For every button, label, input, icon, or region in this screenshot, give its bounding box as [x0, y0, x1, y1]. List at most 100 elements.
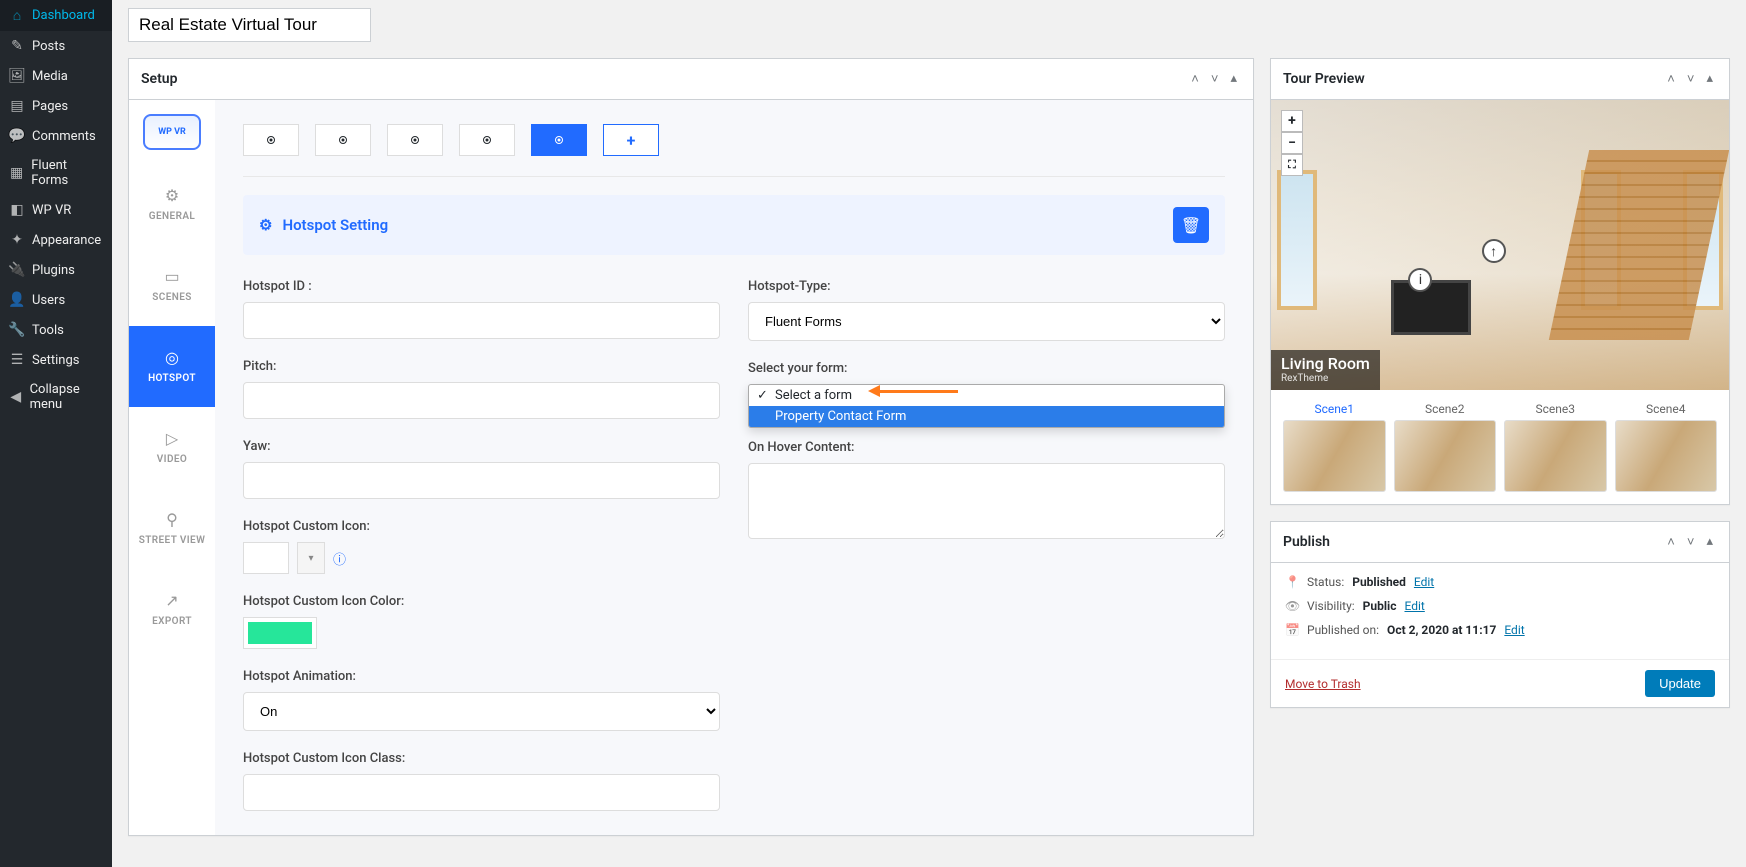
menu-dashboard[interactable]: ⌂Dashboard	[0, 0, 112, 31]
users-icon: 👤	[8, 292, 26, 308]
plugins-icon: 🔌	[8, 262, 26, 278]
target-icon: ◎	[165, 348, 179, 367]
publish-panel: Publish ˄ ˅ ▴ 📍Status: Published Edit 👁V…	[1270, 521, 1730, 708]
pages-icon: ▤	[8, 98, 26, 114]
hotspot-id-label: Hotspot ID :	[243, 279, 720, 294]
export-icon: ↗	[165, 591, 178, 610]
panel-up-icon[interactable]: ˄	[1663, 532, 1679, 552]
menu-collapse[interactable]: ◀Collapse menu	[0, 375, 112, 419]
panel-down-icon[interactable]: ˅	[1207, 69, 1223, 89]
hotspot-item-5[interactable]	[531, 124, 587, 156]
edit-date-link[interactable]: Edit	[1504, 623, 1524, 637]
posts-icon: ✎	[8, 38, 26, 54]
form-dropdown-menu: Select a form Property Contact Form	[748, 384, 1225, 428]
panorama-viewport[interactable]: ↑ i + − ⛶ Living Room RexTheme	[1271, 100, 1729, 390]
panel-toggle-icon[interactable]: ▴	[1702, 532, 1717, 552]
yaw-input[interactable]	[243, 462, 720, 499]
media-icon: 🖼	[8, 68, 26, 84]
move-to-trash-link[interactable]: Move to Trash	[1285, 677, 1361, 691]
hotspot-item-2[interactable]	[315, 124, 371, 156]
plus-icon: +	[627, 131, 636, 150]
menu-tools[interactable]: 🔧Tools	[0, 315, 112, 345]
menu-settings[interactable]: ☰Settings	[0, 345, 112, 375]
trash-icon: 🗑	[1181, 216, 1201, 235]
hotspot-setting-title: Hotspot Setting	[282, 216, 388, 234]
fullscreen-button[interactable]: ⛶	[1281, 154, 1303, 176]
hotspot-item-1[interactable]	[243, 124, 299, 156]
custom-icon-preview[interactable]	[243, 542, 289, 574]
publish-panel-title: Publish	[1283, 534, 1330, 550]
tab-export[interactable]: ↗EXPORT	[129, 569, 215, 650]
select-form-label: Select your form:	[748, 361, 1225, 376]
comments-icon: 💬	[8, 128, 26, 144]
setup-panel-title: Setup	[141, 71, 177, 87]
on-hover-label: On Hover Content:	[748, 440, 1225, 455]
admin-sidebar: ⌂Dashboard ✎Posts 🖼Media ▤Pages 💬Comment…	[0, 0, 112, 867]
pitch-input[interactable]	[243, 382, 720, 419]
hotspot-pin-up[interactable]: ↑	[1482, 239, 1506, 263]
panel-toggle-icon[interactable]: ▴	[1226, 69, 1241, 89]
panel-up-icon[interactable]: ˄	[1663, 69, 1679, 89]
tab-video[interactable]: ▷VIDEO	[129, 407, 215, 488]
hotspot-item-4[interactable]	[459, 124, 515, 156]
edit-status-link[interactable]: Edit	[1414, 575, 1434, 589]
menu-wpvr[interactable]: ◧WP VR	[0, 195, 112, 225]
scene-thumb-1[interactable]: Scene1	[1283, 402, 1386, 492]
video-icon: ▷	[166, 429, 178, 448]
hotspot-id-input[interactable]	[243, 302, 720, 339]
collapse-icon: ◀	[8, 389, 24, 405]
tour-preview-panel: Tour Preview ˄ ˅ ▴	[1270, 58, 1730, 505]
custom-class-label: Hotspot Custom Icon Class:	[243, 751, 720, 766]
hotspot-item-3[interactable]	[387, 124, 443, 156]
panel-up-icon[interactable]: ˄	[1187, 69, 1203, 89]
form-option-property-contact[interactable]: Property Contact Form	[749, 406, 1224, 427]
scene-thumb-4[interactable]: Scene4	[1615, 402, 1718, 492]
setup-panel: Setup ˄ ˅ ▴ WP VR ⚙GENERAL ▭SCENES ◎HOTS…	[128, 58, 1254, 836]
dashboard-icon: ⌂	[8, 7, 26, 24]
zoom-out-button[interactable]: −	[1281, 132, 1303, 154]
custom-icon-label: Hotspot Custom Icon:	[243, 519, 720, 534]
menu-users[interactable]: 👤Users	[0, 285, 112, 315]
pin-icon: ⚲	[166, 510, 178, 529]
image-icon: ▭	[164, 267, 179, 286]
panel-down-icon[interactable]: ˅	[1683, 69, 1699, 89]
menu-plugins[interactable]: 🔌Plugins	[0, 255, 112, 285]
preview-panel-title: Tour Preview	[1283, 71, 1365, 87]
custom-class-input[interactable]	[243, 774, 720, 811]
on-hover-textarea[interactable]	[748, 463, 1225, 539]
icon-color-picker[interactable]	[243, 617, 317, 649]
custom-icon-dropdown[interactable]: ▾	[297, 542, 325, 574]
page-title-input[interactable]	[128, 8, 371, 42]
help-icon[interactable]: ⓘ	[333, 549, 346, 568]
scene-thumbnails: Scene1 Scene2 Scene3 Scene4	[1271, 390, 1729, 504]
edit-visibility-link[interactable]: Edit	[1404, 599, 1424, 613]
hotspot-list: +	[243, 124, 1225, 156]
delete-hotspot-button[interactable]: 🗑	[1173, 207, 1209, 243]
tab-scenes[interactable]: ▭SCENES	[129, 245, 215, 326]
panel-down-icon[interactable]: ˅	[1683, 532, 1699, 552]
menu-posts[interactable]: ✎Posts	[0, 31, 112, 61]
yaw-label: Yaw:	[243, 439, 720, 454]
update-button[interactable]: Update	[1645, 670, 1715, 697]
scene-thumb-3[interactable]: Scene3	[1504, 402, 1607, 492]
animation-select[interactable]: On	[243, 692, 720, 731]
wpvr-logo: WP VR	[129, 100, 215, 164]
tab-general[interactable]: ⚙GENERAL	[129, 164, 215, 245]
menu-fluent-forms[interactable]: ▦Fluent Forms	[0, 151, 112, 195]
menu-pages[interactable]: ▤Pages	[0, 91, 112, 121]
scene-caption: Living Room RexTheme	[1271, 350, 1380, 390]
calendar-icon: 📅	[1285, 623, 1299, 637]
scene-thumb-2[interactable]: Scene2	[1394, 402, 1497, 492]
hotspot-type-label: Hotspot-Type:	[748, 279, 1225, 294]
panel-toggle-icon[interactable]: ▴	[1702, 69, 1717, 89]
menu-media[interactable]: 🖼Media	[0, 61, 112, 91]
hotspot-add-button[interactable]: +	[603, 124, 659, 156]
hotspot-type-select[interactable]: Fluent Forms	[748, 302, 1225, 341]
menu-appearance[interactable]: ✦Appearance	[0, 225, 112, 255]
form-option-select[interactable]: Select a form	[749, 385, 1224, 406]
menu-comments[interactable]: 💬Comments	[0, 121, 112, 151]
pin-icon: 📍	[1285, 575, 1299, 589]
tab-street-view[interactable]: ⚲STREET VIEW	[129, 488, 215, 569]
zoom-in-button[interactable]: +	[1281, 110, 1303, 132]
tab-hotspot[interactable]: ◎HOTSPOT	[129, 326, 215, 407]
